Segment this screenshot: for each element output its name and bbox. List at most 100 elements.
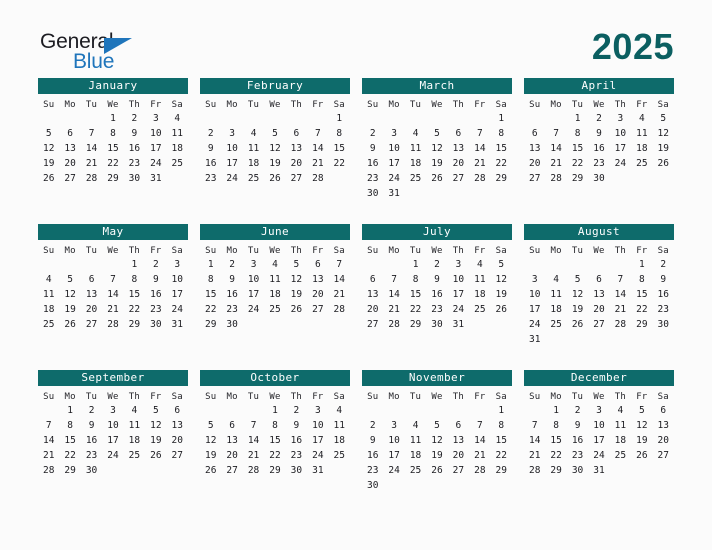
day-cell[interactable]: 7 xyxy=(610,272,631,287)
day-cell[interactable]: 3 xyxy=(610,111,631,126)
day-cell[interactable]: 10 xyxy=(383,433,404,448)
day-cell[interactable]: 27 xyxy=(307,302,328,317)
day-cell[interactable]: 22 xyxy=(545,448,566,463)
day-cell[interactable]: 2 xyxy=(286,403,307,418)
day-cell[interactable]: 31 xyxy=(145,171,166,186)
day-cell[interactable]: 2 xyxy=(81,403,102,418)
day-cell[interactable]: 26 xyxy=(631,448,652,463)
day-cell[interactable]: 9 xyxy=(567,418,588,433)
day-cell[interactable]: 12 xyxy=(286,272,307,287)
day-cell[interactable]: 23 xyxy=(221,302,242,317)
day-cell[interactable]: 2 xyxy=(145,257,166,272)
day-cell[interactable]: 9 xyxy=(81,418,102,433)
day-cell[interactable]: 30 xyxy=(221,317,242,332)
day-cell[interactable]: 20 xyxy=(653,433,674,448)
day-cell[interactable]: 6 xyxy=(653,403,674,418)
day-cell[interactable]: 20 xyxy=(448,448,469,463)
day-cell[interactable]: 8 xyxy=(545,418,566,433)
day-cell[interactable]: 15 xyxy=(545,433,566,448)
day-cell[interactable]: 30 xyxy=(286,463,307,478)
day-cell[interactable]: 12 xyxy=(567,287,588,302)
day-cell[interactable]: 19 xyxy=(200,448,221,463)
day-cell[interactable]: 20 xyxy=(362,302,383,317)
day-cell[interactable]: 22 xyxy=(124,302,145,317)
day-cell[interactable]: 23 xyxy=(588,156,609,171)
day-cell[interactable]: 16 xyxy=(653,287,674,302)
day-cell[interactable]: 7 xyxy=(81,126,102,141)
day-cell[interactable]: 29 xyxy=(264,463,285,478)
day-cell[interactable]: 24 xyxy=(448,302,469,317)
day-cell[interactable]: 18 xyxy=(124,433,145,448)
day-cell[interactable]: 15 xyxy=(59,433,80,448)
day-cell[interactable]: 21 xyxy=(329,287,350,302)
day-cell[interactable]: 11 xyxy=(405,433,426,448)
day-cell[interactable]: 25 xyxy=(610,448,631,463)
day-cell[interactable]: 7 xyxy=(329,257,350,272)
day-cell[interactable]: 1 xyxy=(567,111,588,126)
day-cell[interactable]: 25 xyxy=(631,156,652,171)
day-cell[interactable]: 8 xyxy=(567,126,588,141)
day-cell[interactable]: 2 xyxy=(426,257,447,272)
day-cell[interactable]: 26 xyxy=(200,463,221,478)
day-cell[interactable]: 24 xyxy=(243,302,264,317)
day-cell[interactable]: 23 xyxy=(567,448,588,463)
day-cell[interactable]: 27 xyxy=(81,317,102,332)
day-cell[interactable]: 1 xyxy=(405,257,426,272)
day-cell[interactable]: 21 xyxy=(383,302,404,317)
day-cell[interactable]: 31 xyxy=(167,317,188,332)
day-cell[interactable]: 16 xyxy=(81,433,102,448)
day-cell[interactable]: 12 xyxy=(491,272,512,287)
day-cell[interactable]: 25 xyxy=(38,317,59,332)
day-cell[interactable]: 28 xyxy=(469,171,490,186)
day-cell[interactable]: 5 xyxy=(567,272,588,287)
day-cell[interactable]: 27 xyxy=(653,448,674,463)
day-cell[interactable]: 7 xyxy=(524,418,545,433)
day-cell[interactable]: 14 xyxy=(469,141,490,156)
day-cell[interactable]: 21 xyxy=(469,156,490,171)
day-cell[interactable]: 16 xyxy=(200,156,221,171)
day-cell[interactable]: 17 xyxy=(243,287,264,302)
day-cell[interactable]: 26 xyxy=(38,171,59,186)
day-cell[interactable]: 29 xyxy=(491,171,512,186)
day-cell[interactable]: 19 xyxy=(426,156,447,171)
day-cell[interactable]: 12 xyxy=(426,141,447,156)
day-cell[interactable]: 13 xyxy=(59,141,80,156)
day-cell[interactable]: 6 xyxy=(286,126,307,141)
day-cell[interactable]: 9 xyxy=(362,141,383,156)
day-cell[interactable]: 26 xyxy=(264,171,285,186)
day-cell[interactable]: 22 xyxy=(491,156,512,171)
day-cell[interactable]: 9 xyxy=(221,272,242,287)
day-cell[interactable]: 30 xyxy=(81,463,102,478)
day-cell[interactable]: 17 xyxy=(145,141,166,156)
day-cell[interactable]: 27 xyxy=(448,463,469,478)
day-cell[interactable]: 9 xyxy=(145,272,166,287)
day-cell[interactable]: 30 xyxy=(426,317,447,332)
day-cell[interactable]: 18 xyxy=(243,156,264,171)
day-cell[interactable]: 29 xyxy=(59,463,80,478)
day-cell[interactable]: 2 xyxy=(588,111,609,126)
day-cell[interactable]: 4 xyxy=(167,111,188,126)
day-cell[interactable]: 1 xyxy=(329,111,350,126)
day-cell[interactable]: 15 xyxy=(329,141,350,156)
day-cell[interactable]: 27 xyxy=(167,448,188,463)
day-cell[interactable]: 15 xyxy=(102,141,123,156)
day-cell[interactable]: 24 xyxy=(383,171,404,186)
day-cell[interactable]: 24 xyxy=(610,156,631,171)
day-cell[interactable]: 23 xyxy=(653,302,674,317)
day-cell[interactable]: 25 xyxy=(405,171,426,186)
day-cell[interactable]: 2 xyxy=(221,257,242,272)
day-cell[interactable]: 21 xyxy=(545,156,566,171)
day-cell[interactable]: 10 xyxy=(524,287,545,302)
day-cell[interactable]: 26 xyxy=(653,156,674,171)
day-cell[interactable]: 28 xyxy=(38,463,59,478)
day-cell[interactable]: 12 xyxy=(145,418,166,433)
day-cell[interactable]: 2 xyxy=(567,403,588,418)
day-cell[interactable]: 8 xyxy=(264,418,285,433)
day-cell[interactable]: 7 xyxy=(102,272,123,287)
day-cell[interactable]: 8 xyxy=(491,126,512,141)
day-cell[interactable]: 7 xyxy=(307,126,328,141)
day-cell[interactable]: 25 xyxy=(469,302,490,317)
day-cell[interactable]: 22 xyxy=(264,448,285,463)
day-cell[interactable]: 1 xyxy=(200,257,221,272)
day-cell[interactable]: 19 xyxy=(653,141,674,156)
